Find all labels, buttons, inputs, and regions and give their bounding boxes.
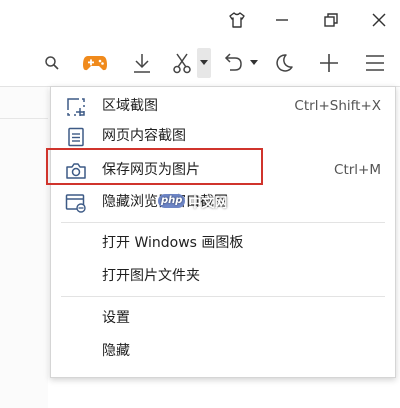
menu-item-shortcut: Ctrl+Shift+X [294, 98, 381, 114]
plus-icon [320, 54, 338, 72]
download-icon [134, 54, 150, 73]
skin-button[interactable] [222, 6, 252, 34]
close-icon [372, 13, 386, 27]
title-bar [0, 0, 400, 40]
menu-item-label: 打开 Windows 画图板 [102, 235, 244, 251]
search-button[interactable] [40, 48, 64, 78]
undo-button[interactable] [220, 48, 246, 78]
close-button[interactable] [364, 6, 394, 34]
highlight-annotation-box [46, 148, 263, 185]
menu-item-region-screenshot[interactable]: 区域截图 Ctrl+Shift+X [51, 91, 395, 121]
undo-dropdown-button[interactable] [248, 48, 260, 78]
game-button[interactable] [80, 48, 110, 78]
menu-item-settings[interactable]: 设置 [51, 303, 395, 333]
minimize-button[interactable] [267, 6, 297, 34]
menu-separator [61, 222, 385, 223]
scissors-icon [173, 53, 191, 74]
menu-separator [61, 296, 385, 297]
menu-item-open-paint[interactable]: 打开 Windows 画图板 [51, 228, 395, 258]
menu-item-label: 设置 [102, 310, 130, 326]
minimize-icon [276, 19, 288, 21]
tshirt-icon [229, 12, 245, 28]
new-tab-button[interactable] [316, 48, 342, 78]
chevron-down-icon [200, 60, 208, 65]
search-icon [45, 56, 59, 70]
divider [0, 118, 48, 119]
hamburger-menu-icon [366, 55, 384, 71]
watermark-text: 中文网 [188, 195, 228, 211]
menu-item-label: 区域截图 [102, 98, 158, 114]
chevron-down-icon [250, 60, 258, 65]
menu-item-hide[interactable]: 隐藏 [51, 336, 395, 366]
region-screenshot-icon [65, 96, 87, 118]
restore-icon [324, 13, 338, 27]
watermark-badge: php [158, 194, 186, 208]
download-button[interactable] [128, 48, 156, 78]
screenshot-menu: 区域截图 Ctrl+Shift+X 网页内容截图 保存网页为图片 Ctrl+M [50, 86, 396, 378]
restore-button[interactable] [316, 6, 346, 34]
menu-item-label: 网页内容截图 [102, 128, 186, 144]
screenshot-button[interactable] [168, 48, 196, 78]
page-content-icon [65, 126, 87, 148]
hidden-window-icon [65, 192, 87, 214]
watermark: php 中文网 [158, 193, 228, 211]
menu-item-open-image-folder[interactable]: 打开图片文件夹 [51, 261, 395, 291]
night-mode-button[interactable] [271, 48, 297, 78]
menu-item-shortcut: Ctrl+M [334, 162, 381, 178]
page-background [0, 87, 48, 408]
menu-item-page-content-screenshot[interactable]: 网页内容截图 [51, 121, 395, 151]
menu-button[interactable] [362, 48, 388, 78]
browser-toolbar [0, 40, 400, 87]
gamepad-icon [83, 56, 107, 71]
undo-icon [224, 53, 242, 71]
menu-item-label: 隐藏 [102, 343, 130, 359]
moon-icon [276, 54, 293, 72]
screenshot-dropdown-button[interactable] [197, 48, 211, 78]
menu-item-label: 打开图片文件夹 [102, 268, 200, 284]
